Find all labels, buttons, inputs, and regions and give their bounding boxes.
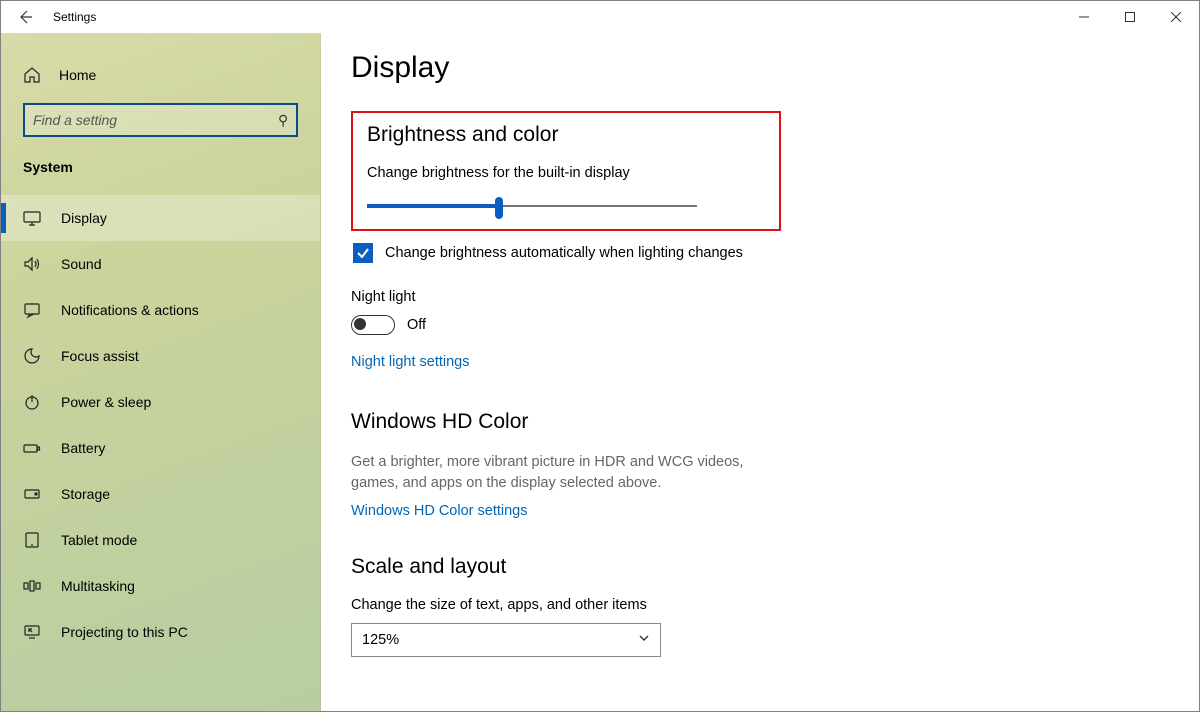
sidebar-item-tablet-mode[interactable]: Tablet mode — [1, 517, 320, 563]
night-light-state: Off — [407, 317, 426, 333]
nav-label: Display — [61, 210, 107, 226]
nav-label: Battery — [61, 440, 105, 456]
hd-color-help: Get a brighter, more vibrant picture in … — [351, 452, 791, 494]
tablet-icon — [23, 531, 41, 549]
search-input[interactable] — [33, 112, 278, 128]
notifications-icon — [23, 301, 41, 319]
battery-icon — [23, 439, 41, 457]
power-icon — [23, 393, 41, 411]
sidebar-item-power-sleep[interactable]: Power & sleep — [1, 379, 320, 425]
section-brightness: Brightness and color — [367, 123, 765, 147]
sidebar-item-focus-assist[interactable]: Focus assist — [1, 333, 320, 379]
close-icon — [1171, 12, 1181, 22]
search-icon: ⚲ — [278, 112, 288, 129]
sidebar-item-notifications[interactable]: Notifications & actions — [1, 287, 320, 333]
brightness-label: Change brightness for the built-in displ… — [367, 165, 765, 181]
titlebar-left: Settings — [1, 1, 96, 33]
back-button[interactable] — [1, 1, 49, 33]
page-title: Display — [351, 51, 1169, 85]
category-label: System — [1, 151, 320, 195]
sound-icon — [23, 255, 41, 273]
check-icon — [356, 246, 370, 260]
sidebar-item-storage[interactable]: Storage — [1, 471, 320, 517]
content: Display Brightness and color Change brig… — [321, 33, 1199, 711]
brightness-slider[interactable] — [367, 197, 697, 215]
sidebar: Home ⚲ System Display Sound Notification… — [1, 33, 321, 711]
display-icon — [23, 209, 41, 227]
close-button[interactable] — [1153, 1, 1199, 33]
storage-icon — [23, 485, 41, 503]
maximize-icon — [1125, 12, 1135, 22]
nav-label: Storage — [61, 486, 110, 502]
maximize-button[interactable] — [1107, 1, 1153, 33]
focus-assist-icon — [23, 347, 41, 365]
hd-color-settings-link[interactable]: Windows HD Color settings — [351, 503, 527, 519]
titlebar: Settings — [1, 1, 1199, 33]
settings-window: Settings Home ⚲ System Display — [0, 0, 1200, 712]
scale-label: Change the size of text, apps, and other… — [351, 597, 1169, 613]
sidebar-item-battery[interactable]: Battery — [1, 425, 320, 471]
nav-label: Focus assist — [61, 348, 139, 364]
arrow-left-icon — [17, 9, 33, 25]
night-light-label: Night light — [351, 289, 1169, 305]
nav-label: Sound — [61, 256, 101, 272]
auto-brightness-label: Change brightness automatically when lig… — [385, 245, 743, 261]
minimize-button[interactable] — [1061, 1, 1107, 33]
nav-label: Projecting to this PC — [61, 624, 188, 640]
home-icon — [23, 66, 41, 84]
multitasking-icon — [23, 577, 41, 595]
toggle-knob — [354, 318, 366, 330]
search-wrap: ⚲ — [1, 95, 320, 151]
sidebar-item-display[interactable]: Display — [1, 195, 320, 241]
app-title: Settings — [49, 10, 96, 24]
night-light-toggle-row: Off — [351, 315, 1169, 335]
auto-brightness-checkbox[interactable] — [353, 243, 373, 263]
body: Home ⚲ System Display Sound Notification… — [1, 33, 1199, 711]
section-hd-color: Windows HD Color — [351, 410, 1169, 434]
projecting-icon — [23, 623, 41, 641]
scale-value: 125% — [362, 632, 399, 648]
search-box[interactable]: ⚲ — [23, 103, 298, 137]
nav-label: Power & sleep — [61, 394, 151, 410]
scale-dropdown[interactable]: 125% — [351, 623, 661, 657]
home-button[interactable]: Home — [1, 55, 320, 95]
slider-thumb[interactable] — [495, 197, 503, 219]
minimize-icon — [1079, 12, 1089, 22]
section-scale: Scale and layout — [351, 555, 1169, 579]
home-label: Home — [59, 67, 96, 83]
nav-label: Tablet mode — [61, 532, 137, 548]
nav-label: Notifications & actions — [61, 302, 199, 318]
slider-fill — [367, 204, 499, 208]
sidebar-item-sound[interactable]: Sound — [1, 241, 320, 287]
chevron-down-icon — [638, 632, 650, 648]
auto-brightness-row[interactable]: Change brightness automatically when lig… — [353, 243, 1169, 263]
sidebar-item-projecting[interactable]: Projecting to this PC — [1, 609, 320, 655]
night-light-settings-link[interactable]: Night light settings — [351, 354, 469, 370]
brightness-highlight: Brightness and color Change brightness f… — [351, 111, 781, 231]
window-controls — [1061, 1, 1199, 33]
night-light-toggle[interactable] — [351, 315, 395, 335]
nav-label: Multitasking — [61, 578, 135, 594]
sidebar-item-multitasking[interactable]: Multitasking — [1, 563, 320, 609]
